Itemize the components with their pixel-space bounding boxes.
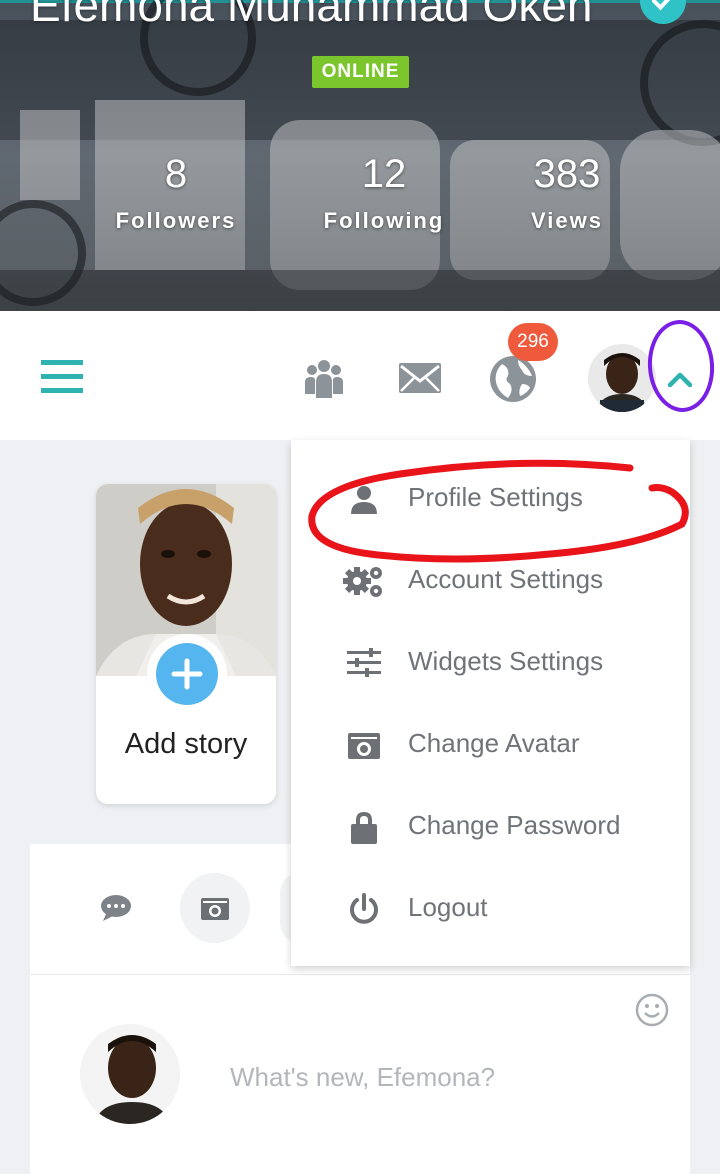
user-avatar[interactable] <box>588 344 656 412</box>
composer-tab-photo[interactable] <box>180 873 250 943</box>
composer-input[interactable]: What's new, Efemona? <box>230 1062 495 1093</box>
red-annotation-circle <box>308 459 689 563</box>
menu-item-change-avatar[interactable]: Change Avatar <box>291 704 690 786</box>
speech-bubble-icon <box>101 895 131 921</box>
stat-followers-value: 8 <box>164 152 188 196</box>
plus-icon <box>156 643 218 705</box>
lock-icon <box>341 807 387 847</box>
composer-user-avatar <box>80 1024 180 1124</box>
envelope-icon[interactable] <box>396 358 444 398</box>
hamburger-menu-icon[interactable] <box>36 356 88 398</box>
stat-followers[interactable]: 8 Followers <box>76 150 276 234</box>
menu-item-widgets-settings[interactable]: Widgets Settings <box>291 622 690 704</box>
menu-item-logout[interactable]: Logout <box>291 868 690 950</box>
stat-views-label: Views <box>531 208 603 233</box>
groups-icon[interactable] <box>300 356 348 400</box>
stat-following-label: Following <box>323 208 445 233</box>
menu-item-label: Logout <box>408 892 488 922</box>
globe-icon[interactable] <box>486 354 540 404</box>
menu-item-label: Change Avatar <box>408 728 580 758</box>
composer-tab-text[interactable] <box>82 874 150 942</box>
menu-item-change-password[interactable]: Change Password <box>291 786 690 868</box>
stat-views-value: 383 <box>533 152 601 196</box>
composer-divider <box>30 974 690 975</box>
add-story-label: Add story <box>124 728 248 760</box>
menu-item-label: Widgets Settings <box>408 646 604 676</box>
power-icon <box>341 889 387 929</box>
stat-views[interactable]: 383 Views <box>467 150 667 234</box>
sliders-icon <box>341 643 387 683</box>
stat-following-value: 12 <box>361 152 407 196</box>
emoji-icon[interactable] <box>634 992 670 1028</box>
notification-count-badge: 296 <box>508 323 558 361</box>
stat-following[interactable]: 12 Following <box>284 150 484 234</box>
stat-followers-label: Followers <box>115 208 237 233</box>
profile-cover: Efemona Muhammad Okeh ONLINE 8 Followers… <box>0 0 720 311</box>
add-story-button[interactable] <box>147 634 227 714</box>
online-status-badge: ONLINE <box>312 56 409 88</box>
camera-icon <box>201 898 229 920</box>
camera-icon <box>341 725 387 765</box>
menu-item-label: Change Password <box>408 810 621 840</box>
profile-name: Efemona Muhammad Okeh <box>30 0 593 31</box>
